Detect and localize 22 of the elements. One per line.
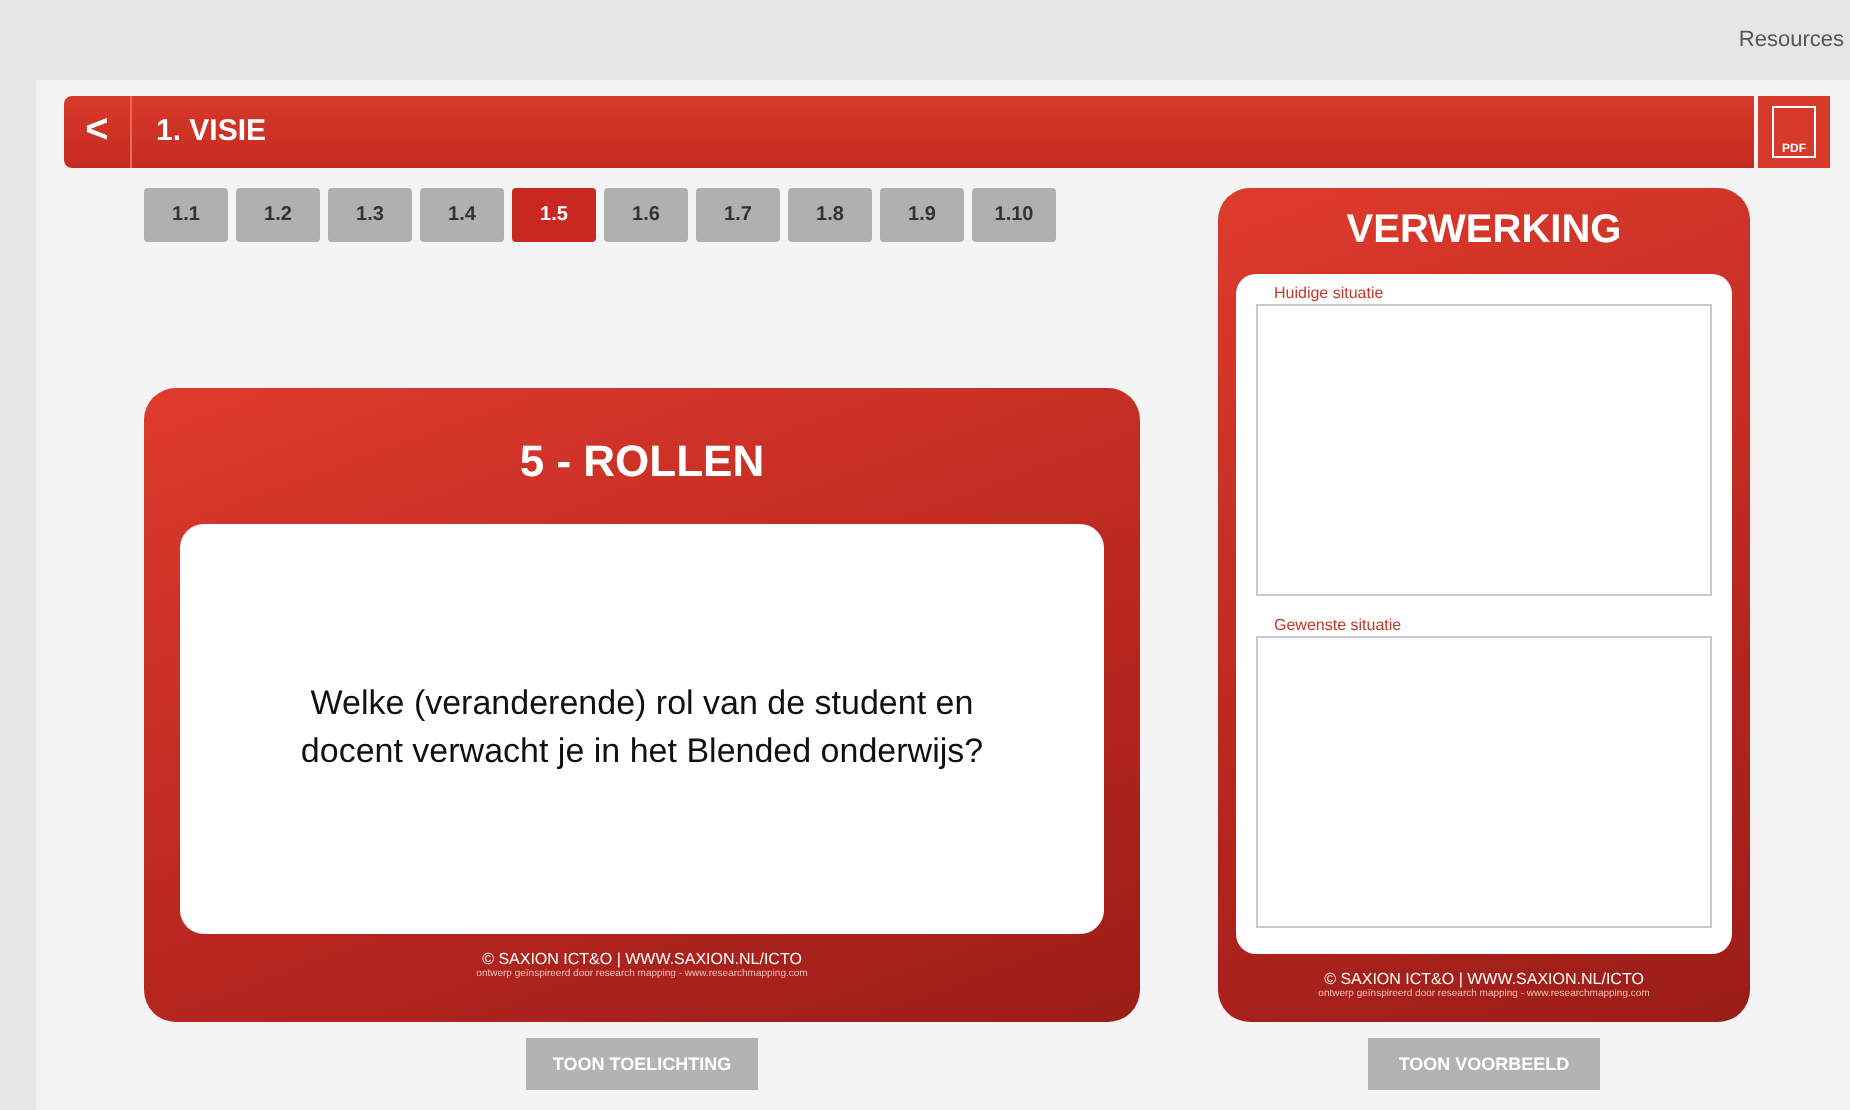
field-label: Huidige situatie [1274, 283, 1384, 302]
section-tab[interactable]: 1.3 [328, 187, 412, 242]
section-tab[interactable]: 1.8 [788, 187, 872, 242]
page-title: 1. VISIE [156, 114, 267, 149]
section-tab[interactable]: 1.7 [696, 187, 780, 242]
credit-text: © SAXION ICT&O | WWW.SAXION.NL/ICTO [1324, 969, 1644, 988]
section-tab[interactable]: 1.1 [144, 187, 228, 242]
card-title: VERWERKING [1346, 207, 1622, 254]
section-tab[interactable]: 1.9 [880, 187, 964, 242]
section-tab[interactable]: 1.4 [420, 187, 504, 242]
input-field[interactable] [1256, 635, 1712, 928]
resources-link[interactable]: Resources [1738, 27, 1844, 52]
credit-text: © SAXION ICT&O | WWW.SAXION.NL/ICTO [482, 949, 802, 968]
back-button[interactable]: < [64, 95, 132, 168]
section-tab[interactable]: 1.2 [236, 187, 320, 242]
card-title: 5 - ROLLEN [519, 435, 765, 488]
section-tab[interactable]: 1.6 [604, 187, 688, 242]
input-field[interactable] [1256, 303, 1712, 596]
section-tab[interactable]: 1.5 [512, 187, 596, 242]
question-text: Welke (veranderende) rol van de student en docent verwacht je in het Blended onderwijs? [298, 682, 986, 775]
field-label: Gewenste situatie [1274, 615, 1402, 634]
section-tab[interactable]: 1.10 [972, 187, 1056, 242]
